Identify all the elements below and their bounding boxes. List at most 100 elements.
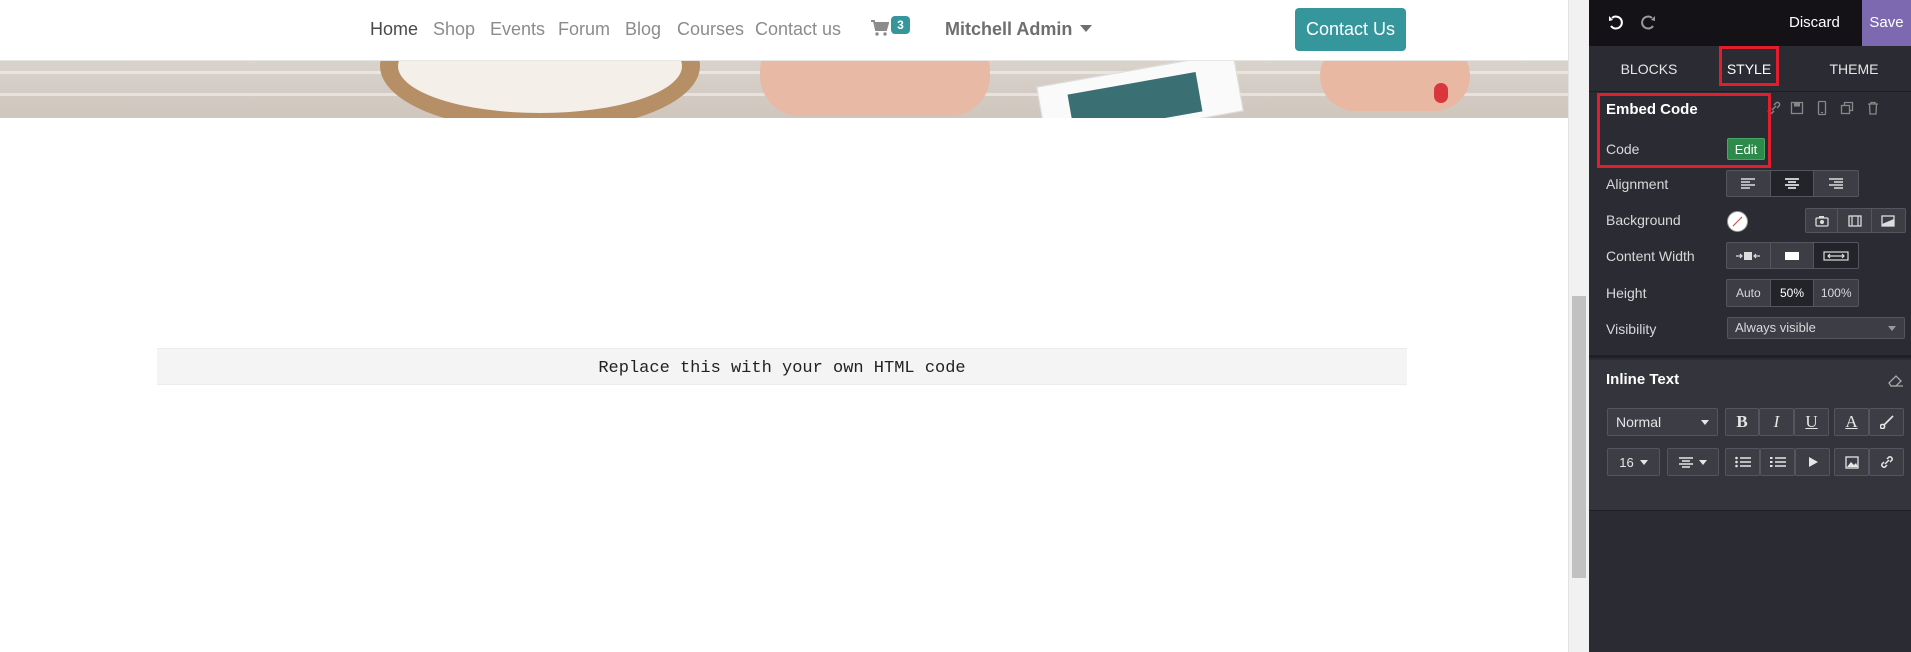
visibility-value: Always visible <box>1735 320 1816 335</box>
discard-button[interactable]: Discard <box>1789 0 1840 46</box>
nav-link-events[interactable]: Events <box>490 19 545 40</box>
align-center-icon <box>1785 177 1799 189</box>
numbered-list-button[interactable] <box>1760 448 1795 476</box>
content-width-regular-button[interactable] <box>1771 243 1815 268</box>
shape-icon <box>1881 214 1895 227</box>
background-buttons <box>1805 208 1906 233</box>
editor-tabs: BLOCKS STYLE THEME <box>1589 46 1911 92</box>
redo-icon[interactable] <box>1639 14 1657 32</box>
content-width-small-button[interactable] <box>1727 243 1771 268</box>
height-label: Height <box>1606 285 1647 301</box>
inline-text-section-title: Inline Text <box>1606 371 1680 388</box>
background-shape-button[interactable] <box>1872 209 1905 232</box>
width-full-icon <box>1823 250 1849 261</box>
insert-media-button[interactable] <box>1834 448 1869 476</box>
chevron-down-icon <box>1080 25 1093 32</box>
background-image-button[interactable] <box>1806 209 1839 232</box>
embed-code-block[interactable]: Replace this with your own HTML code <box>157 348 1407 385</box>
nav-link-blog[interactable]: Blog <box>625 19 661 40</box>
inline-text-section: Inline Text Normal B I U A 16 <box>1589 360 1911 510</box>
align-center-button[interactable] <box>1770 171 1815 196</box>
bullet-list-icon <box>1734 456 1751 468</box>
height-auto-button[interactable]: Auto <box>1727 280 1771 306</box>
nav-link-contact[interactable]: Contact us <box>755 19 841 40</box>
chevron-down-icon <box>1701 419 1709 425</box>
bullet-list-button[interactable] <box>1725 448 1760 476</box>
align-left-icon <box>1741 177 1756 189</box>
height-100-button[interactable]: 100% <box>1814 280 1858 306</box>
font-size-dropdown[interactable]: 16 <box>1607 448 1660 476</box>
nav-link-courses[interactable]: Courses <box>677 19 744 40</box>
nav-link-shop[interactable]: Shop <box>433 19 475 40</box>
chevron-down-icon <box>1888 326 1896 331</box>
width-small-icon <box>1736 251 1761 260</box>
save-button[interactable]: Save <box>1862 0 1911 46</box>
panel-empty-area <box>1589 510 1911 652</box>
tab-style[interactable]: STYLE <box>1719 46 1779 92</box>
tab-theme[interactable]: THEME <box>1814 46 1894 92</box>
background-label: Background <box>1606 212 1681 228</box>
website-preview: Home Shop Events Forum Blog Courses Cont… <box>0 0 1568 652</box>
chevron-down-icon <box>1639 459 1648 465</box>
numbered-list-icon <box>1769 457 1786 467</box>
align-right-button[interactable] <box>1814 171 1858 196</box>
background-color-swatch[interactable] <box>1727 211 1748 232</box>
nav-link-home[interactable]: Home <box>370 19 418 40</box>
eraser-icon[interactable] <box>1888 373 1904 387</box>
visibility-label: Visibility <box>1606 321 1657 337</box>
film-icon <box>1847 214 1862 227</box>
cart-link[interactable]: 3 <box>871 16 913 42</box>
tab-blocks[interactable]: BLOCKS <box>1609 46 1689 92</box>
italic-button[interactable]: I <box>1759 408 1794 436</box>
width-regular-icon <box>1785 251 1799 260</box>
link-icon <box>1880 456 1893 468</box>
align-left-button[interactable] <box>1727 171 1771 196</box>
user-menu[interactable]: Mitchell Admin <box>945 19 1093 40</box>
save-block-icon[interactable] <box>1789 100 1805 116</box>
font-color-button[interactable]: A <box>1834 408 1869 436</box>
align-center-icon <box>1679 456 1693 468</box>
trash-icon[interactable] <box>1865 100 1881 116</box>
shopping-cart-icon <box>871 20 889 36</box>
visibility-select[interactable]: Always visible <box>1727 317 1905 339</box>
site-navbar: Home Shop Events Forum Blog Courses Cont… <box>0 0 1568 61</box>
scrollbar-thumb[interactable] <box>1572 296 1586 578</box>
content-width-label: Content Width <box>1606 248 1695 264</box>
mobile-visibility-icon[interactable] <box>1814 100 1830 116</box>
height-buttons: Auto 50% 100% <box>1726 279 1859 307</box>
text-align-dropdown[interactable] <box>1667 448 1719 476</box>
undo-icon[interactable] <box>1607 14 1625 32</box>
user-name: Mitchell Admin <box>945 19 1073 39</box>
image-icon <box>1844 455 1859 469</box>
link-icon[interactable] <box>1766 100 1782 116</box>
alignment-label: Alignment <box>1606 176 1669 192</box>
edit-code-button[interactable]: Edit <box>1727 138 1765 160</box>
bold-button[interactable]: B <box>1725 408 1759 436</box>
content-width-full-button[interactable] <box>1814 243 1858 268</box>
underline-button[interactable]: U <box>1794 408 1829 436</box>
paragraph-style-dropdown[interactable]: Normal <box>1607 408 1718 436</box>
nav-link-forum[interactable]: Forum <box>558 19 610 40</box>
paragraph-style-value: Normal <box>1616 414 1662 430</box>
height-50-button[interactable]: 50% <box>1770 280 1815 306</box>
hero-image <box>0 61 1568 118</box>
chevron-down-icon <box>1699 459 1707 465</box>
insert-link-button[interactable] <box>1869 448 1904 476</box>
cart-count-badge: 3 <box>891 16 910 34</box>
section-divider <box>1589 355 1911 358</box>
duplicate-icon[interactable] <box>1839 100 1855 116</box>
editor-toolbar: Discard Save <box>1589 0 1911 46</box>
code-label: Code <box>1606 141 1640 157</box>
contact-us-button[interactable]: Contact Us <box>1295 8 1406 51</box>
page-scrollbar[interactable] <box>1568 0 1589 652</box>
embed-placeholder-text: Replace this with your own HTML code <box>598 359 966 378</box>
embed-code-section-title: Embed Code <box>1606 101 1698 118</box>
play-icon <box>1808 457 1818 467</box>
content-width-buttons <box>1726 242 1859 269</box>
align-right-icon <box>1829 177 1844 189</box>
checklist-button[interactable] <box>1795 448 1830 476</box>
alignment-buttons <box>1726 170 1859 197</box>
background-video-button[interactable] <box>1838 209 1872 232</box>
editor-panel: Discard Save BLOCKS STYLE THEME Embed Co… <box>1589 0 1911 652</box>
highlight-color-button[interactable] <box>1869 408 1904 436</box>
